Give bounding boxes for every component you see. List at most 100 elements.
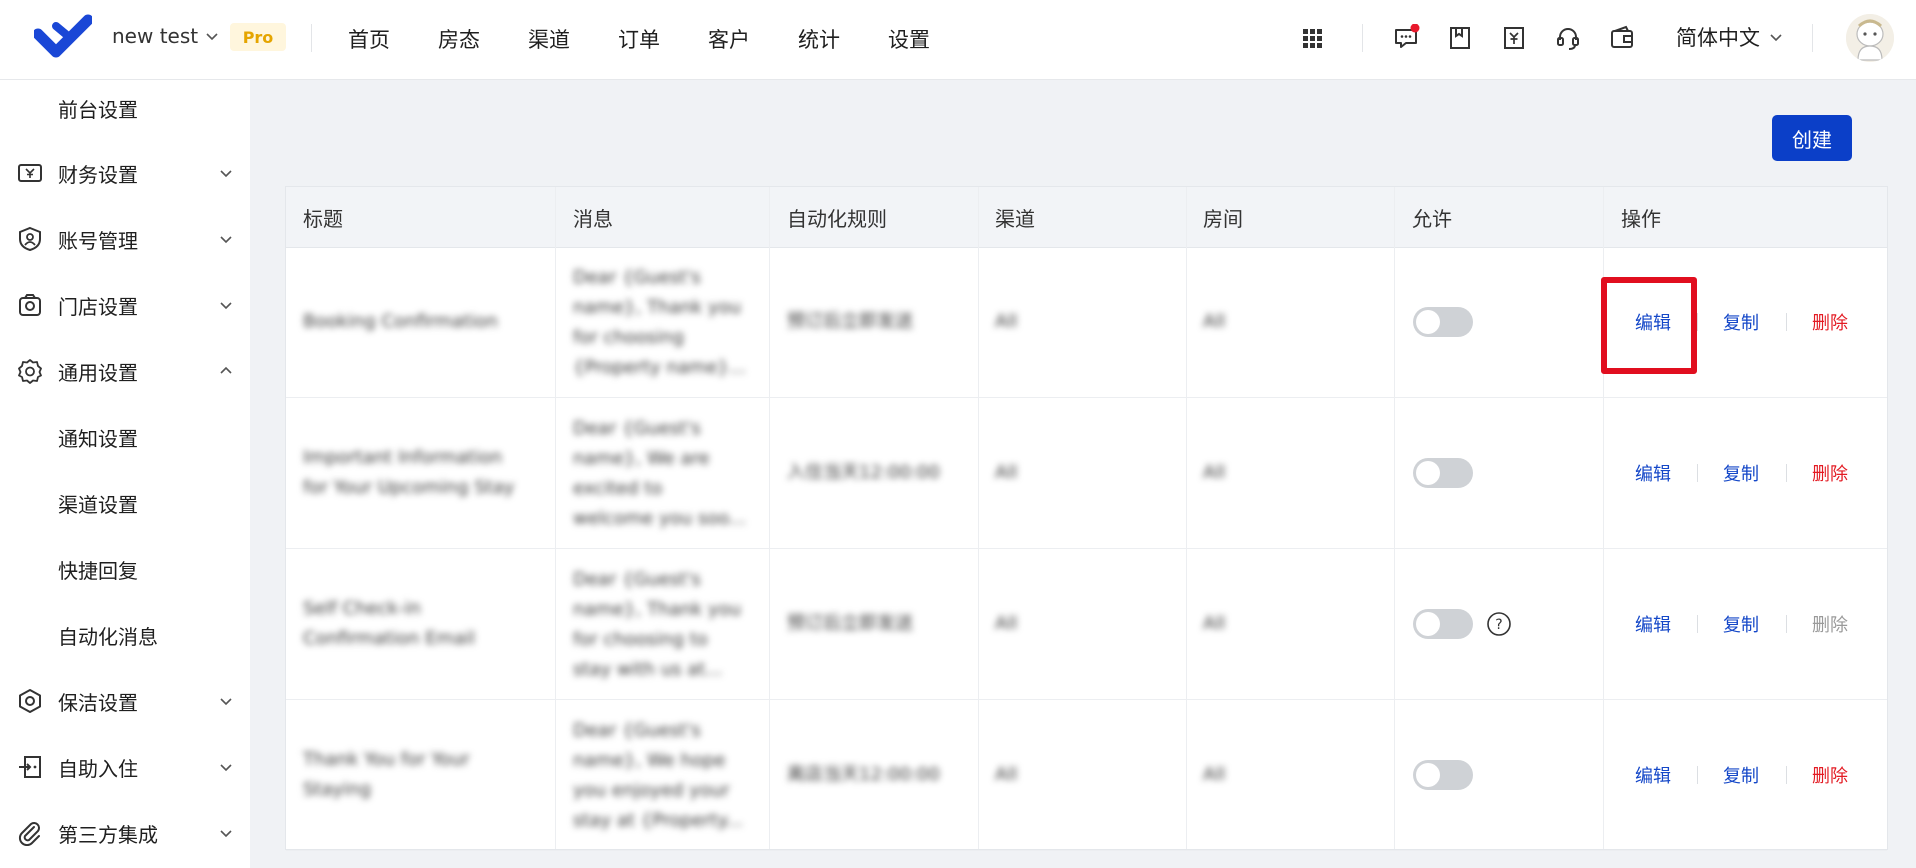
delete-button[interactable]: 删除 [1812,309,1848,335]
cell-message-line: Dear {Guest's [573,569,701,590]
table-header: 标题 消息 自动化规则 渠道 房间 允许 操作 [286,187,1887,248]
nav-statistics[interactable]: 统计 [798,24,840,54]
cell-message-line: excited to [573,478,663,499]
sidebar-item-account[interactable]: 账号管理 [0,214,250,264]
chevron-down-icon [220,830,232,838]
edit-button[interactable]: 编辑 [1635,762,1671,788]
sidebar-item-quick-reply[interactable]: 快捷回复 [0,544,250,594]
cell-title-line: Important Information [303,447,503,468]
nav-home[interactable]: 首页 [348,24,390,54]
copy-button[interactable]: 复制 [1723,460,1759,486]
cell-room: All [1203,462,1226,483]
cell-room: All [1203,613,1226,634]
sidebar-item-label: 保洁设置 [58,690,138,715]
sidebar-item-label: 快捷回复 [58,558,138,583]
copy-button[interactable]: 复制 [1723,762,1759,788]
cell-message-line: for choosing [573,327,685,348]
sidebar-item-label: 第三方集成 [58,822,158,847]
invoice-icon[interactable] [1500,24,1528,52]
action-divider [1697,615,1698,633]
cell-message-line: Dear {Guest's [573,720,701,741]
enable-toggle[interactable] [1413,609,1473,639]
divider [311,24,312,52]
chevron-down-icon [220,764,232,772]
sidebar-item-label: 通用设置 [58,360,138,385]
copy-button[interactable]: 复制 [1723,611,1759,637]
sidebar-item-auto-message[interactable]: 自动化消息 [0,610,250,660]
cell-channel: All [995,311,1018,332]
create-button[interactable]: 创建 [1772,115,1852,161]
column-header-rule: 自动化规则 [787,206,887,231]
cell-message-line: name}, We hope [573,750,726,771]
nav-settings[interactable]: 设置 [888,24,930,54]
sidebar-item-store[interactable]: 门店设置 [0,280,250,330]
enable-toggle[interactable] [1413,458,1473,488]
language-switcher[interactable]: 简体中文 [1676,22,1784,52]
action-divider [1697,464,1698,482]
cell-message-line: stay with us at... [573,659,723,680]
sidebar-item-general[interactable]: 通用设置 [0,346,250,396]
grid-apps-icon[interactable] [1300,26,1324,50]
sidebar-item-label: 财务设置 [58,162,138,187]
app-logo-icon[interactable] [34,14,92,62]
pro-badge: Pro [230,23,286,51]
chevron-down-icon [220,170,232,178]
delete-button: 删除 [1812,615,1848,636]
nav-orders[interactable]: 订单 [618,24,660,54]
column-header-title: 标题 [303,206,343,231]
avatar[interactable] [1846,14,1894,62]
sidebar-item-finance[interactable]: 财务设置 [0,148,250,198]
workspace-switcher[interactable]: new test [112,24,220,48]
column-header-message: 消息 [573,206,613,231]
cell-channel: All [995,462,1018,483]
cell-message-line: stay at {Property... [573,810,743,831]
cell-title-line: for Your Upcoming Stay [303,477,515,498]
enable-toggle[interactable] [1413,760,1473,790]
cell-message-line: name}, We are [573,448,710,469]
table-row: Thank You for Your Staying Dear {Guest's na… [286,700,1887,851]
cell-title: Booking Confirmation [303,307,543,337]
action-divider [1786,615,1787,633]
sidebar-item-cleaning[interactable]: 保洁设置 [0,676,250,726]
sidebar-item-channel-settings[interactable]: 渠道设置 [0,478,250,528]
edit-button[interactable]: 编辑 [1635,611,1671,637]
action-divider [1786,766,1787,784]
language-label: 简体中文 [1676,26,1760,50]
sidebar-item-label: 自动化消息 [58,624,158,649]
cell-message-line: name}, Thank you [573,297,742,318]
column-header-enabled: 允许 [1412,206,1452,231]
nav-channels[interactable]: 渠道 [528,24,570,54]
cell-title-line: Thank You for Your [303,749,470,770]
divider [1362,24,1363,52]
sidebar-item-self-checkin[interactable]: 自助入住 [0,742,250,792]
svg-text:?: ? [1495,617,1502,633]
sidebar-item-front-desk[interactable]: 前台设置 [0,83,250,133]
wallet-icon[interactable] [1608,24,1636,52]
sidebar-item-integrations[interactable]: 第三方集成 [0,808,250,858]
cell-message: Dear {Guest's name}, Thank you for choosin… [573,565,763,685]
enable-toggle[interactable] [1413,307,1473,337]
cell-title: Important Information for Your Upcoming S… [303,443,543,503]
cell-message-line: Dear {Guest's [573,418,701,439]
sidebar-item-notification[interactable]: 通知设置 [0,412,250,462]
table-row: Self Check-in Confirmation Email Dear {Gue… [286,549,1887,700]
cell-message-line: you enjoyed your [573,780,730,801]
delete-button[interactable]: 删除 [1812,762,1848,788]
column-header-channel: 渠道 [995,206,1035,231]
nav-customers[interactable]: 客户 [708,24,750,54]
workspace-name: new test [112,24,199,48]
column-header-actions: 操作 [1621,206,1661,231]
cell-message: Dear {Guest's name}, Thank you for choosin… [573,263,763,383]
nav-room-status[interactable]: 房态 [438,24,480,54]
cell-message-line: for choosing to [573,629,708,650]
help-icon[interactable]: ? [1486,611,1512,637]
edit-button[interactable]: 编辑 [1635,460,1671,486]
headset-icon[interactable] [1554,24,1582,52]
copy-button[interactable]: 复制 [1723,309,1759,335]
delete-button[interactable]: 删除 [1812,460,1848,486]
cleaning-icon [19,689,41,713]
chevron-down-icon [206,33,218,41]
bookmark-icon[interactable] [1446,24,1474,52]
cell-rule: 预订后立即发送 [787,311,913,332]
message-icon[interactable] [1392,24,1420,52]
